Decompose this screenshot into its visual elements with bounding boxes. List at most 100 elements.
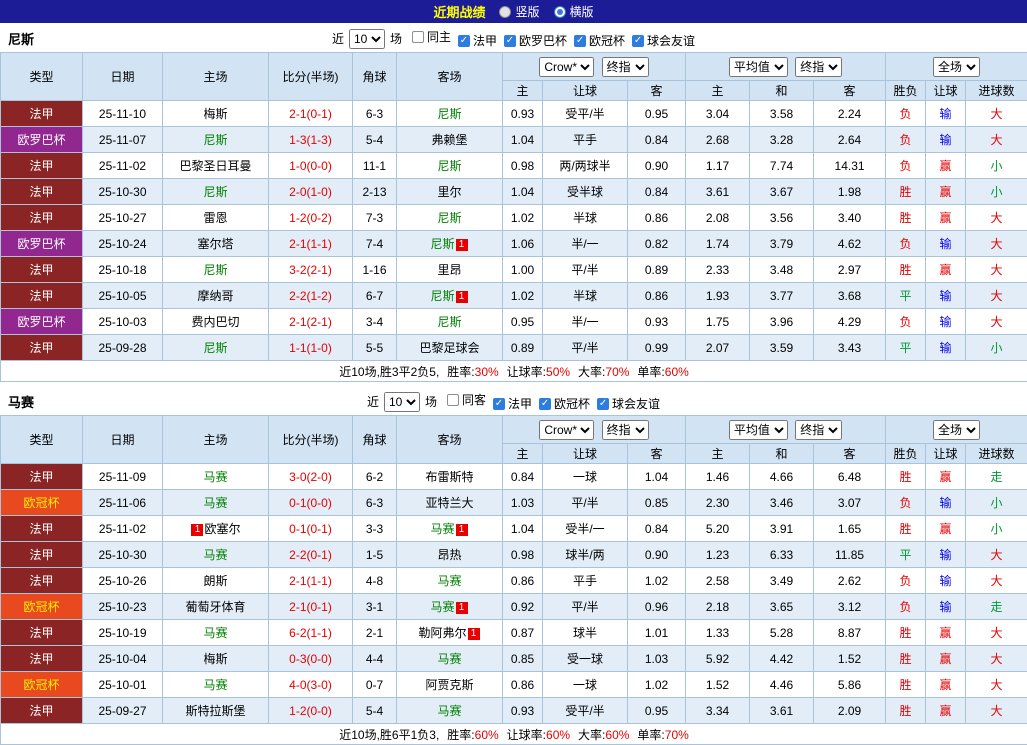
home-team-cell[interactable]: 葡萄牙体育 (163, 594, 269, 620)
team-link[interactable]: 马赛 (203, 626, 227, 640)
team-link[interactable]: 里尔 (437, 185, 461, 199)
odds-final-select[interactable]: 终指 (602, 420, 649, 440)
match-score[interactable]: 1-2(0-2) (269, 205, 353, 231)
home-team-cell[interactable]: 巴黎圣日耳曼 (163, 153, 269, 179)
team-link[interactable]: 葡萄牙体育 (185, 600, 245, 614)
avg-final-select[interactable]: 终指 (795, 57, 842, 77)
avg-source-select[interactable]: 平均值 (729, 57, 788, 77)
radio-vertical-icon[interactable] (499, 6, 511, 18)
away-team-cell[interactable]: 里尔 (397, 179, 503, 205)
team-link[interactable]: 尼斯 (203, 263, 227, 277)
away-team-cell[interactable]: 布雷斯特 (397, 464, 503, 490)
home-team-cell[interactable]: 费内巴切 (163, 309, 269, 335)
checkbox-icon[interactable] (447, 394, 459, 406)
away-team-cell[interactable]: 巴黎足球会 (397, 335, 503, 361)
checkbox-icon[interactable]: ✓ (597, 398, 609, 410)
match-score[interactable]: 2-1(0-1) (269, 594, 353, 620)
team-link[interactable]: 欧塞尔 (204, 522, 240, 536)
team-link[interactable]: 尼斯 (430, 237, 454, 251)
away-team-cell[interactable]: 马赛1 (397, 594, 503, 620)
team-link[interactable]: 马赛 (430, 600, 454, 614)
away-team-cell[interactable]: 尼斯1 (397, 231, 503, 257)
home-team-cell[interactable]: 梅斯 (163, 646, 269, 672)
checkbox-icon[interactable]: ✓ (632, 35, 644, 47)
match-score[interactable]: 0-1(0-0) (269, 490, 353, 516)
match-score[interactable]: 1-3(1-3) (269, 127, 353, 153)
match-score[interactable]: 2-1(1-1) (269, 568, 353, 594)
team-link[interactable]: 马赛 (203, 548, 227, 562)
away-team-cell[interactable]: 马赛1 (397, 516, 503, 542)
away-team-cell[interactable]: 尼斯 (397, 101, 503, 127)
checkbox-icon[interactable]: ✓ (458, 35, 470, 47)
scope-select[interactable]: 全场 (933, 420, 980, 440)
team-link[interactable]: 马赛 (437, 652, 461, 666)
home-team-cell[interactable]: 马赛 (163, 620, 269, 646)
radio-horizontal-icon[interactable] (554, 6, 566, 18)
home-team-cell[interactable]: 尼斯 (163, 335, 269, 361)
team-link[interactable]: 尼斯 (203, 341, 227, 355)
team-link[interactable]: 尼斯 (430, 289, 454, 303)
checkbox-icon[interactable]: ✓ (574, 35, 586, 47)
team-link[interactable]: 昂热 (437, 548, 461, 562)
team-link[interactable]: 马赛 (203, 470, 227, 484)
match-score[interactable]: 0-1(0-1) (269, 516, 353, 542)
team-link[interactable]: 梅斯 (203, 652, 227, 666)
match-score[interactable]: 1-1(1-0) (269, 335, 353, 361)
filter-checkbox[interactable]: ✓欧冠杯 (574, 32, 625, 49)
home-team-cell[interactable]: 尼斯 (163, 257, 269, 283)
home-team-cell[interactable]: 梅斯 (163, 101, 269, 127)
team-link[interactable]: 尼斯 (437, 159, 461, 173)
match-score[interactable]: 2-0(1-0) (269, 179, 353, 205)
match-count-select[interactable]: 10 (349, 29, 385, 49)
team-link[interactable]: 尼斯 (437, 107, 461, 121)
match-score[interactable]: 1-2(0-0) (269, 698, 353, 724)
away-team-cell[interactable]: 马赛 (397, 698, 503, 724)
away-team-cell[interactable]: 尼斯 (397, 309, 503, 335)
odds-source-select[interactable]: Crow* (539, 420, 594, 440)
team-link[interactable]: 梅斯 (203, 107, 227, 121)
home-team-cell[interactable]: 尼斯 (163, 179, 269, 205)
away-team-cell[interactable]: 尼斯 (397, 205, 503, 231)
home-team-cell[interactable]: 塞尔塔 (163, 231, 269, 257)
team-link[interactable]: 马赛 (437, 574, 461, 588)
home-team-cell[interactable]: 雷恩 (163, 205, 269, 231)
radio-horizontal[interactable]: 横版 (554, 3, 594, 20)
match-score[interactable]: 1-0(0-0) (269, 153, 353, 179)
away-team-cell[interactable]: 勒阿弗尔1 (397, 620, 503, 646)
home-team-cell[interactable]: 马赛 (163, 672, 269, 698)
filter-checkbox[interactable]: 同主 (412, 28, 451, 45)
team-link[interactable]: 塞尔塔 (197, 237, 233, 251)
team-link[interactable]: 布雷斯特 (425, 470, 473, 484)
home-team-cell[interactable]: 斯特拉斯堡 (163, 698, 269, 724)
team-link[interactable]: 摩纳哥 (197, 289, 233, 303)
filter-checkbox[interactable]: 同客 (447, 391, 486, 408)
checkbox-icon[interactable]: ✓ (504, 35, 516, 47)
team-link[interactable]: 巴黎足球会 (419, 341, 479, 355)
checkbox-icon[interactable]: ✓ (539, 398, 551, 410)
team-link[interactable]: 尼斯 (203, 185, 227, 199)
checkbox-icon[interactable] (412, 31, 424, 43)
match-score[interactable]: 2-2(1-2) (269, 283, 353, 309)
team-link[interactable]: 斯特拉斯堡 (185, 704, 245, 718)
team-link[interactable]: 亚特兰大 (425, 496, 473, 510)
team-link[interactable]: 阿贾克斯 (425, 678, 473, 692)
home-team-cell[interactable]: 朗斯 (163, 568, 269, 594)
away-team-cell[interactable]: 昂热 (397, 542, 503, 568)
match-score[interactable]: 2-1(1-1) (269, 231, 353, 257)
odds-final-select[interactable]: 终指 (602, 57, 649, 77)
team-link[interactable]: 尼斯 (203, 133, 227, 147)
home-team-cell[interactable]: 1欧塞尔 (163, 516, 269, 542)
team-link[interactable]: 马赛 (437, 704, 461, 718)
away-team-cell[interactable]: 马赛 (397, 646, 503, 672)
team-link[interactable]: 尼斯 (437, 315, 461, 329)
filter-checkbox[interactable]: ✓法甲 (458, 32, 497, 49)
team-link[interactable]: 雷恩 (203, 211, 227, 225)
away-team-cell[interactable]: 尼斯 (397, 153, 503, 179)
filter-checkbox[interactable]: ✓欧罗巴杯 (504, 32, 567, 49)
away-team-cell[interactable]: 亚特兰大 (397, 490, 503, 516)
match-score[interactable]: 0-3(0-0) (269, 646, 353, 672)
team-link[interactable]: 马赛 (203, 678, 227, 692)
odds-source-select[interactable]: Crow* (539, 57, 594, 77)
team-link[interactable]: 马赛 (430, 522, 454, 536)
match-score[interactable]: 6-2(1-1) (269, 620, 353, 646)
